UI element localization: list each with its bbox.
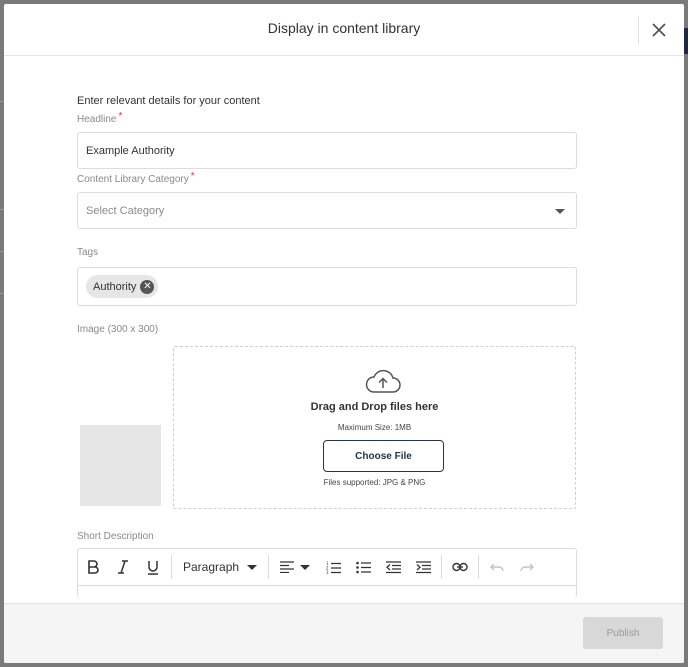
svg-text:3: 3 <box>326 570 329 574</box>
category-label-text: Content Library Category <box>77 174 189 185</box>
toolbar-divider <box>268 555 270 579</box>
file-dropzone[interactable]: Drag and Drop files here Maximum Size: 1… <box>173 346 576 509</box>
outdent-icon <box>385 560 401 573</box>
image-preview <box>80 425 161 506</box>
headline-label: Headline * <box>77 111 123 125</box>
bullet-list-button[interactable] <box>348 552 378 582</box>
bold-icon <box>88 560 99 574</box>
toolbar-divider <box>441 555 443 579</box>
modal-header: Display in content library <box>4 4 684 56</box>
outdent-button[interactable] <box>378 552 408 582</box>
category-select[interactable]: Select Category <box>77 192 577 229</box>
background-header-strip <box>684 28 688 54</box>
redo-button[interactable] <box>512 552 542 582</box>
category-label: Content Library Category * <box>77 171 195 185</box>
close-button[interactable] <box>638 16 678 44</box>
headline-input[interactable] <box>78 133 576 168</box>
editor-toolbar: Paragraph 123 <box>78 549 576 586</box>
bold-button[interactable] <box>78 552 108 582</box>
required-marker: * <box>190 171 195 182</box>
image-label: Image (300 x 300) <box>77 324 159 335</box>
remove-tag-icon[interactable]: ✕ <box>140 279 155 294</box>
category-placeholder: Select Category <box>86 205 165 217</box>
modal-title: Display in content library <box>267 20 421 36</box>
close-icon <box>651 23 666 37</box>
link-icon <box>452 562 468 572</box>
choose-file-button[interactable]: Choose File <box>323 440 444 472</box>
italic-icon <box>118 560 128 574</box>
modal-footer: Publish <box>4 603 684 663</box>
indent-button[interactable] <box>408 552 438 582</box>
tags-label: Tags <box>77 247 99 258</box>
underline-button[interactable] <box>138 552 168 582</box>
align-left-icon <box>280 561 295 573</box>
intro-text: Enter relevant details for your content <box>77 95 260 107</box>
toolbar-divider <box>478 555 480 579</box>
files-supported-text: Files supported: JPG & PNG <box>323 478 426 487</box>
chevron-down-icon <box>555 209 565 214</box>
bullet-list-icon <box>355 561 371 573</box>
underline-icon <box>148 560 158 575</box>
link-button[interactable] <box>445 552 475 582</box>
indent-icon <box>415 560 431 573</box>
numbered-list-icon: 123 <box>326 561 341 574</box>
headline-label-text: Headline <box>77 114 117 125</box>
block-format-dropdown[interactable]: Paragraph <box>175 552 265 582</box>
align-dropdown[interactable] <box>272 552 318 582</box>
chevron-down-icon <box>247 564 258 570</box>
short-description-editor[interactable]: Paragraph 123 <box>77 548 577 598</box>
short-description-label: Short Description <box>77 531 154 542</box>
redo-icon <box>520 563 535 572</box>
undo-icon <box>490 563 504 572</box>
tag-chip: Authority ✕ <box>86 275 159 298</box>
undo-button[interactable] <box>482 552 512 582</box>
tags-field[interactable]: Authority ✕ <box>77 267 577 306</box>
chevron-down-icon <box>300 564 311 570</box>
tag-label: Authority <box>93 280 137 293</box>
numbered-list-button[interactable]: 123 <box>318 552 348 582</box>
italic-button[interactable] <box>108 552 138 582</box>
dropzone-title: Drag and Drop files here <box>310 401 439 413</box>
content-library-modal: Display in content library Enter relevan… <box>4 4 684 663</box>
publish-button[interactable]: Publish <box>583 617 663 649</box>
cloud-upload-icon <box>365 369 401 393</box>
block-format-label: Paragraph <box>183 560 240 574</box>
max-size-text: Maximum Size: 1MB <box>337 423 412 432</box>
toolbar-divider <box>171 555 172 579</box>
required-marker: * <box>118 111 123 122</box>
headline-field[interactable] <box>77 132 577 169</box>
